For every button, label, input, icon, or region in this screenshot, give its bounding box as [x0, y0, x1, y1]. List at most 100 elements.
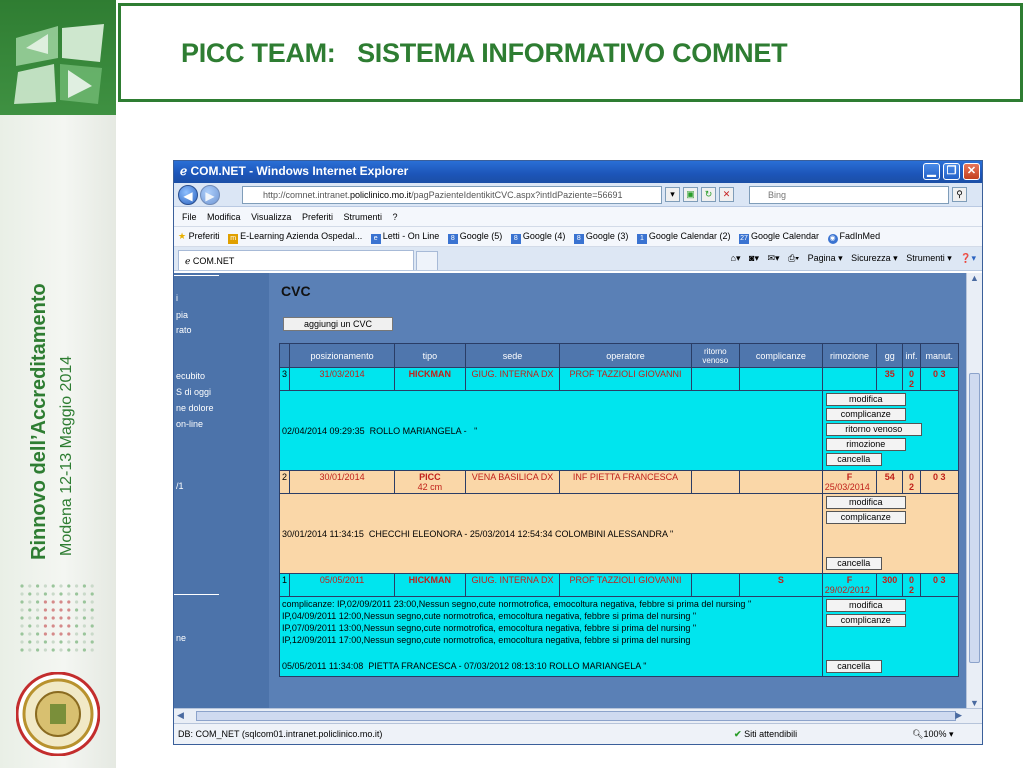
fav-google-5[interactable]: 8 Google (5) — [447, 231, 502, 244]
address-bar[interactable]: http://comnet.intranet.policlinico.mo.it… — [242, 186, 662, 204]
decoration-dot — [59, 640, 63, 644]
menu-file[interactable]: File — [182, 212, 197, 222]
col-gg[interactable]: gg — [876, 343, 904, 368]
fav-google-calendar-2[interactable]: 1 Google Calendar (2) — [636, 231, 730, 244]
slide-title: PICC TEAM: SISTEMA INFORMATIVO COMNET — [181, 38, 788, 68]
decoration-dot — [82, 592, 86, 596]
help-icon[interactable]: ❓▾ — [960, 253, 976, 263]
decoration-dot — [43, 648, 47, 652]
row-note-line: complicanze: IP,02/09/2011 23:00,Nessun … — [282, 599, 752, 609]
refresh-icon[interactable]: ↻ — [701, 187, 716, 202]
row-actions: modifica complicanze ritorno venoso rimo… — [821, 390, 960, 471]
cvc-heading: CVC — [281, 283, 311, 299]
modifica-button[interactable]: modifica — [825, 496, 906, 509]
col-manut[interactable]: manut. — [919, 343, 960, 368]
fav-google-calendar[interactable]: 27 Google Calendar — [738, 231, 820, 244]
row-date: 30/01/2014 — [289, 470, 396, 494]
fav-letti[interactable]: e Letti - On Line — [370, 231, 439, 244]
menu-strumenti[interactable]: Strumenti — [343, 212, 382, 222]
nav-item[interactable]: /1 — [176, 481, 184, 491]
compatibility-icon[interactable]: ▣ — [683, 187, 698, 202]
horizontal-scrollbar[interactable]: ◀ ▶ — [174, 708, 982, 723]
menu-help[interactable]: ? — [393, 212, 398, 222]
feeds-icon[interactable]: ◙▾ — [749, 253, 759, 263]
vertical-scroll-thumb[interactable] — [969, 373, 980, 663]
col-posizionamento[interactable]: posizionamento — [289, 343, 396, 368]
vertical-scrollbar[interactable]: ▲ ▼ — [966, 273, 982, 708]
col-rimozione[interactable]: rimozione — [821, 343, 878, 368]
nav-item[interactable]: i — [176, 293, 178, 303]
rimozione-button[interactable]: rimozione — [825, 438, 906, 451]
cmd-sicurezza[interactable]: Sicurezza ▾ — [851, 253, 898, 263]
address-suffix: /pagPazienteIdentikitCVC.aspx?intIdPazie… — [411, 190, 623, 200]
nav-item[interactable]: ne dolore — [176, 403, 214, 413]
modifica-button[interactable]: modifica — [825, 599, 906, 612]
fav-google-3[interactable]: 8 Google (3) — [573, 231, 628, 244]
cmd-strumenti[interactable]: Strumenti ▾ — [906, 253, 952, 263]
search-icon[interactable]: ⚲ — [952, 187, 967, 202]
complicanze-button[interactable]: complicanze — [825, 511, 906, 524]
scroll-down-icon[interactable]: ▼ — [967, 698, 982, 708]
nav-item[interactable]: rato — [176, 325, 192, 335]
complicanze-button[interactable]: complicanze — [825, 408, 906, 421]
fav-google-4[interactable]: 8 Google (4) — [510, 231, 565, 244]
nav-item[interactable]: S di oggi — [176, 387, 211, 397]
decoration-dot — [67, 584, 71, 588]
decoration-dot — [43, 584, 47, 588]
cancella-button[interactable]: cancella — [825, 660, 882, 673]
mail-icon[interactable]: ✉▾ — [768, 253, 780, 263]
decoration-dot — [28, 632, 32, 636]
decoration-dot — [51, 632, 55, 636]
home-icon[interactable]: ⌂▾ — [731, 253, 741, 263]
scroll-up-icon[interactable]: ▲ — [967, 273, 982, 283]
print-icon[interactable]: ⎙▾ — [788, 253, 799, 263]
fav-label: Google Calendar — [750, 231, 820, 241]
ritorno-venoso-button[interactable]: ritorno venoso — [825, 423, 922, 436]
nav-item[interactable]: ne — [176, 633, 186, 643]
nav-item[interactable]: pia — [176, 310, 188, 320]
col-ritorno[interactable]: ritorno venoso — [690, 343, 741, 368]
dropdown-arrow-icon[interactable]: ▾ — [665, 187, 680, 202]
close-button[interactable]: ✕ — [963, 163, 980, 180]
table-detail-row: 02/04/2014 09:29:35 ROLLO MARIANGELA - "… — [279, 390, 960, 471]
forward-button[interactable]: ▶ — [200, 185, 220, 205]
trusted-zone[interactable]: ✔ Siti attendibili — [734, 729, 797, 740]
maximize-button[interactable]: ❐ — [943, 163, 960, 180]
col-sede[interactable]: sede — [464, 343, 561, 368]
decoration-dot — [90, 632, 94, 636]
zoom-control[interactable]: 🔍︎100% ▾ — [912, 729, 954, 740]
col-tipo[interactable]: tipo — [394, 343, 466, 368]
row-number: 2 — [278, 470, 291, 494]
scroll-left-icon[interactable]: ◀ — [177, 710, 184, 721]
fav-fadinmed[interactable]: ◉ FadInMed — [827, 231, 880, 244]
fav-elearning[interactable]: m E-Learning Azienda Ospedal... — [228, 231, 362, 244]
decoration-dot — [82, 616, 86, 620]
minimize-button[interactable]: ▁ — [923, 163, 940, 180]
favorites-button[interactable]: ★ Preferiti — [178, 231, 220, 241]
cancella-button[interactable]: cancella — [825, 557, 882, 570]
nav-item[interactable]: ecubito — [176, 371, 205, 381]
menu-modifica[interactable]: Modifica — [207, 212, 241, 222]
decoration-dot — [67, 600, 71, 604]
col-complicanze[interactable]: complicanze — [739, 343, 823, 368]
back-button[interactable]: ◀ — [178, 185, 198, 205]
horizontal-scroll-thumb[interactable] — [196, 711, 956, 721]
cancella-button[interactable]: cancella — [825, 453, 882, 466]
row-note-line: IP,04/09/2011 12:00,Nessun segno,cute no… — [282, 611, 697, 621]
new-tab-button[interactable] — [416, 251, 438, 270]
menu-preferiti[interactable]: Preferiti — [302, 212, 333, 222]
complicanze-button[interactable]: complicanze — [825, 614, 906, 627]
menu-visualizza[interactable]: Visualizza — [251, 212, 291, 222]
modifica-button[interactable]: modifica — [825, 393, 906, 406]
col-operatore[interactable]: operatore — [559, 343, 692, 368]
stop-icon[interactable]: ✕ — [719, 187, 734, 202]
nav-item[interactable]: on-line — [176, 419, 203, 429]
col-inf[interactable]: inf. — [902, 343, 921, 368]
add-cvc-button[interactable]: aggiungi un CVC — [283, 317, 393, 331]
cmd-pagina[interactable]: Pagina ▾ — [808, 253, 843, 263]
scroll-right-icon[interactable]: ▶ — [955, 710, 962, 721]
favorites-label: Preferiti — [188, 231, 220, 241]
tab-comnet[interactable]: ℯ COM.NET — [178, 250, 414, 270]
search-input[interactable]: Bing — [749, 186, 949, 204]
